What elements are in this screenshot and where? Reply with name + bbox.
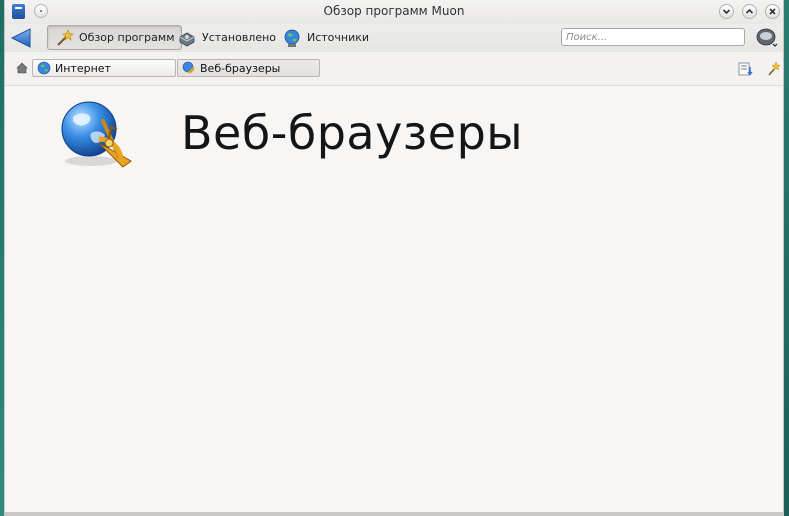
bottom-border [5, 512, 783, 516]
tab-browse[interactable]: Обзор программ [47, 25, 182, 50]
category-title: Веб-браузеры [181, 106, 524, 160]
back-button[interactable] [10, 27, 34, 49]
tab-browse-label: Обзор программ [79, 31, 175, 44]
web-browser-sextant-icon [59, 99, 139, 171]
title-bar[interactable]: Обзор программ Muon [5, 0, 783, 24]
wand-icon [57, 28, 74, 46]
breadcrumb-item-internet-label: Интернет [55, 61, 111, 75]
search-input[interactable] [561, 28, 745, 46]
breadcrumb-item-web-browsers-label: Веб-браузеры [200, 61, 281, 75]
menu-drive-icon [756, 28, 778, 47]
tab-sources-label: Источники [307, 31, 370, 44]
muon-window: Обзор программ Muon Обзор программ Устан… [4, 0, 784, 516]
tab-installed[interactable]: Установлено [171, 25, 282, 50]
drive-icon [179, 32, 195, 46]
arrow-left-icon [10, 28, 31, 48]
download-list-icon [738, 62, 753, 76]
minimize-icon[interactable] [719, 4, 734, 19]
maximize-icon[interactable] [742, 4, 757, 19]
home-icon[interactable] [16, 62, 28, 74]
wand-small-button[interactable] [765, 61, 781, 77]
globe-icon [284, 29, 300, 47]
breadcrumb-item-internet[interactable]: Интернет [32, 59, 176, 77]
breadcrumb-item-web-browsers[interactable]: Веб-браузеры [177, 59, 320, 77]
breadcrumb: Интернет Веб-браузеры [5, 52, 783, 137]
wand-small-icon [768, 61, 781, 76]
globe-icon [37, 61, 51, 75]
download-list-button[interactable] [738, 61, 754, 77]
window-title: Обзор программ Muon [323, 4, 465, 18]
browser-icon [182, 61, 195, 74]
close-icon[interactable] [765, 4, 780, 19]
tab-sources[interactable]: Источники [276, 25, 375, 50]
category-view: Веб-браузеры [5, 86, 783, 512]
main-toolbar: Обзор программ Установлено Источники [5, 24, 783, 52]
menu-button[interactable] [755, 27, 779, 49]
tab-installed-label: Установлено [202, 31, 277, 44]
